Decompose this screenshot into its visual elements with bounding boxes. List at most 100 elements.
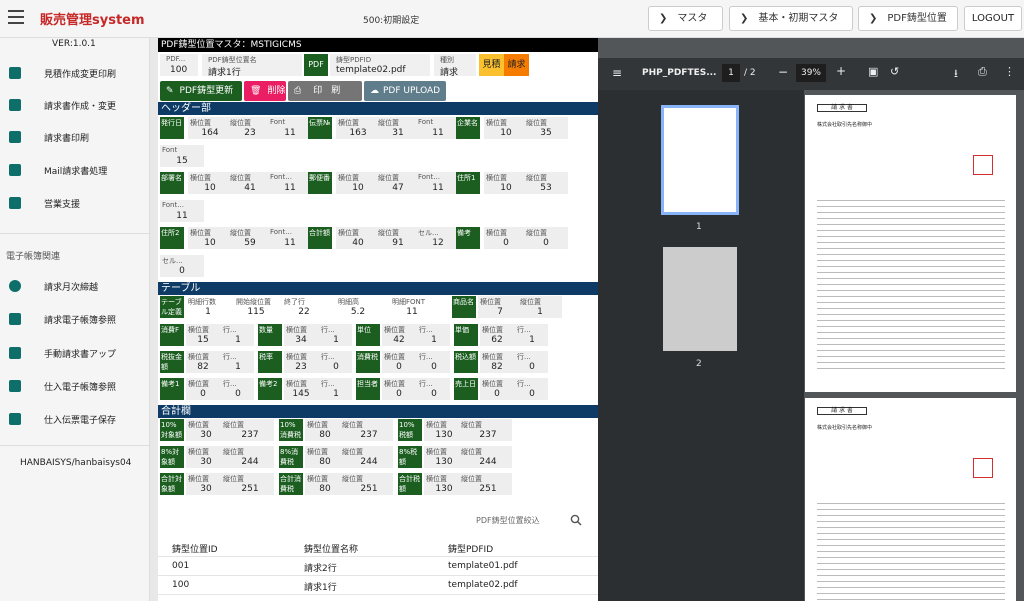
- logout-button[interactable]: LOGOUT: [964, 6, 1022, 31]
- position-field[interactable]: 横位置 行... 0 0: [382, 351, 450, 373]
- position-field[interactable]: Font 11: [268, 117, 312, 139]
- position-field[interactable]: 横位置 縦位置 130 251: [424, 473, 512, 495]
- position-field[interactable]: 縦位置 23: [228, 117, 272, 139]
- download-icon[interactable]: ⭳: [954, 65, 958, 84]
- position-field[interactable]: 横位置 行... 82 1: [186, 351, 254, 373]
- field-value: 251: [241, 484, 259, 494]
- position-field[interactable]: 横位置 縦位置 80 237: [305, 419, 393, 441]
- position-field[interactable]: 横位置 行... 0 0: [382, 378, 450, 400]
- update-template-button[interactable]: ✎ PDF鋳型更新: [160, 81, 242, 101]
- zoom-in-icon[interactable]: +: [836, 64, 846, 78]
- search-icon[interactable]: [570, 514, 582, 526]
- position-field[interactable]: Font... 11: [268, 172, 312, 194]
- position-field[interactable]: 横位置 164: [188, 117, 232, 139]
- sidebar-item-purchase-save[interactable]: 仕入伝票電子保存: [0, 407, 150, 431]
- sidebar-item-purchase-ledger[interactable]: 仕入電子帳簿参照: [0, 374, 150, 398]
- sidebar-scrollbar[interactable]: [150, 38, 158, 601]
- position-field[interactable]: 横位置 10: [484, 117, 528, 139]
- table-row[interactable]: 001 請求2行 template01.pdf: [158, 557, 598, 576]
- position-field[interactable]: 横位置 行... 0 0: [480, 378, 548, 400]
- position-field[interactable]: 横位置 縦位置 30 244: [186, 446, 274, 468]
- field-tag: 郵便番: [308, 172, 332, 194]
- position-field[interactable]: 横位置 縦位置 130 244: [424, 446, 512, 468]
- position-field[interactable]: 横位置 縦位置 30 251: [186, 473, 274, 495]
- position-field[interactable]: 横位置 行... 82 0: [480, 351, 548, 373]
- pdf-upload-button[interactable]: ☁ PDF UPLOAD: [364, 81, 446, 101]
- sidebar-item-manual-upload[interactable]: 手動請求書アップ: [0, 341, 150, 365]
- position-field[interactable]: 縦位置 59: [228, 227, 272, 249]
- position-field[interactable]: 縦位置 31: [376, 117, 420, 139]
- position-field[interactable]: 縦位置 41: [228, 172, 272, 194]
- position-field[interactable]: Font... 11: [268, 227, 312, 249]
- sidebar-item-mail-invoice[interactable]: Mail請求書処理: [0, 158, 150, 182]
- template-pdf-id-field[interactable]: 鋳型PDFID template02.pdf: [330, 54, 430, 76]
- table-setting-field[interactable]: 明細高 5.2: [336, 296, 384, 318]
- page-thumbnail-1[interactable]: [661, 105, 739, 215]
- print-icon[interactable]: ⎙: [978, 65, 987, 79]
- pdf-position-name-field[interactable]: PDF鋳型位置名 請求1行: [202, 54, 302, 78]
- position-field[interactable]: Font... 11: [416, 172, 460, 194]
- type-toggle-invoice[interactable]: 請求: [504, 54, 529, 76]
- position-field[interactable]: 横位置 行... 15 1: [186, 324, 254, 346]
- position-field[interactable]: 横位置 行... 145 1: [284, 378, 352, 400]
- position-field[interactable]: 縦位置 53: [524, 172, 568, 194]
- page-thumbnail-2[interactable]: [663, 247, 737, 351]
- position-field[interactable]: 縦位置 35: [524, 117, 568, 139]
- position-field[interactable]: 横位置 0: [484, 227, 528, 249]
- position-field[interactable]: 横位置 7: [478, 296, 522, 318]
- table-setting-field[interactable]: 終了行 22: [282, 296, 330, 318]
- hamburger-menu-icon[interactable]: [8, 10, 24, 24]
- sidebar-item-label: 見積作成変更印刷: [44, 70, 117, 80]
- position-field[interactable]: Font 11: [416, 117, 460, 139]
- position-field[interactable]: 縦位置 0: [524, 227, 568, 249]
- sidebar-item-invoice-ledger[interactable]: 請求電子帳簿参照: [0, 307, 150, 331]
- search-filter-label[interactable]: PDF鋳型位置絞込: [476, 515, 540, 526]
- position-field[interactable]: 横位置 10: [336, 172, 380, 194]
- position-field[interactable]: 横位置 縦位置 130 237: [424, 419, 512, 441]
- pdf-menu-icon[interactable]: ≡: [612, 66, 622, 80]
- more-options-icon[interactable]: ⋮: [1004, 65, 1015, 78]
- position-field[interactable]: 縦位置 91: [376, 227, 420, 249]
- type-field[interactable]: 種別 請求: [434, 54, 476, 78]
- position-field[interactable]: 縦位置 1: [518, 296, 562, 318]
- position-field[interactable]: 横位置 縦位置 30 237: [186, 419, 274, 441]
- page-number-input[interactable]: 1: [722, 64, 740, 82]
- table-setting-field[interactable]: 明細行数 1: [186, 296, 234, 318]
- type-toggle-estimate[interactable]: 見積: [479, 54, 504, 76]
- pdf-id-field[interactable]: PDF... 100: [160, 54, 198, 76]
- fit-page-icon[interactable]: ▣: [868, 65, 878, 78]
- sidebar-item-monthly-close[interactable]: 請求月次締越: [0, 274, 150, 298]
- position-field[interactable]: 横位置 40: [336, 227, 380, 249]
- position-field[interactable]: 横位置 行... 42 1: [382, 324, 450, 346]
- nav-basic-master-button[interactable]: ❯ 基本・初期マスタ: [729, 6, 853, 31]
- position-field[interactable]: 横位置 行... 23 0: [284, 351, 352, 373]
- position-field[interactable]: 横位置 行... 0 0: [186, 378, 254, 400]
- table-row[interactable]: 100 請求1行 template02.pdf: [158, 576, 598, 595]
- print-button[interactable]: ⎙ 印 刷: [288, 81, 362, 101]
- delete-button[interactable]: 🗑 削除: [244, 81, 286, 101]
- position-field[interactable]: 横位置 10: [188, 172, 232, 194]
- table-setting-field[interactable]: 明細FONT 11: [390, 296, 438, 318]
- position-field[interactable]: セル... 12: [416, 227, 460, 249]
- position-field[interactable]: Font... 11: [160, 200, 204, 222]
- sidebar-item-invoice-edit[interactable]: 請求書作成・変更: [0, 93, 150, 117]
- position-field[interactable]: 横位置 163: [336, 117, 380, 139]
- zoom-out-icon[interactable]: −: [778, 65, 788, 79]
- position-field[interactable]: 横位置 10: [188, 227, 232, 249]
- nav-master-button[interactable]: ❯ マスタ: [648, 6, 723, 31]
- zoom-input[interactable]: 39%: [796, 64, 826, 82]
- table-setting-field[interactable]: 開始縦位置 115: [234, 296, 282, 318]
- sidebar-item-sales-support[interactable]: 営業支援: [0, 191, 150, 215]
- rotate-icon[interactable]: ↺: [890, 65, 899, 78]
- position-field[interactable]: 横位置 縦位置 80 244: [305, 446, 393, 468]
- position-field[interactable]: 横位置 行... 62 1: [480, 324, 548, 346]
- position-field[interactable]: 横位置 行... 34 1: [284, 324, 352, 346]
- sidebar-item-estimate[interactable]: 見積作成変更印刷: [0, 61, 150, 85]
- sidebar-item-invoice-print[interactable]: 請求書印刷: [0, 125, 150, 149]
- position-field[interactable]: 縦位置 47: [376, 172, 420, 194]
- nav-pdf-position-button[interactable]: ❯ PDF鋳型位置: [858, 6, 958, 31]
- position-field[interactable]: セル... 0: [160, 255, 204, 277]
- position-field[interactable]: 横位置 縦位置 80 251: [305, 473, 393, 495]
- position-field[interactable]: 横位置 10: [484, 172, 528, 194]
- position-field[interactable]: Font 15: [160, 145, 204, 167]
